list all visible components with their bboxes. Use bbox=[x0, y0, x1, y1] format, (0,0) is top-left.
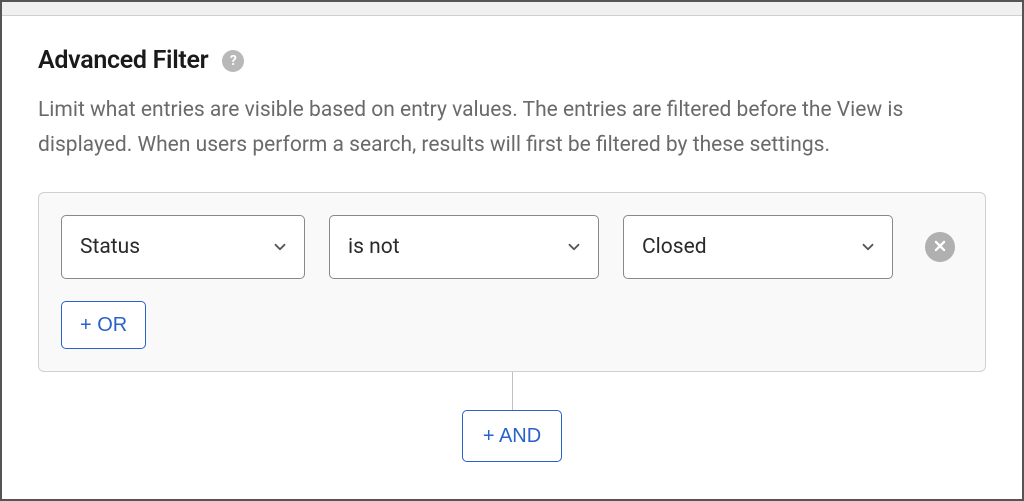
help-icon-glyph: ? bbox=[230, 53, 237, 69]
value-select[interactable]: Closed bbox=[623, 215, 893, 279]
add-or-label: + OR bbox=[80, 314, 127, 337]
operator-select[interactable]: is not bbox=[329, 215, 599, 279]
filter-row: Status is not Closed bbox=[61, 215, 963, 279]
remove-row-button[interactable] bbox=[925, 232, 955, 262]
field-select-value: Status bbox=[61, 215, 305, 279]
and-connector: + AND bbox=[38, 372, 986, 462]
value-select-value: Closed bbox=[623, 215, 893, 279]
help-icon[interactable]: ? bbox=[222, 50, 244, 72]
operator-select-value: is not bbox=[329, 215, 599, 279]
add-or-button[interactable]: + OR bbox=[61, 301, 146, 349]
page-title: Advanced Filter bbox=[38, 46, 208, 75]
header-row: Advanced Filter ? bbox=[38, 46, 986, 75]
connector-line bbox=[512, 372, 513, 410]
description-text: Limit what entries are visible based on … bbox=[38, 93, 986, 162]
add-and-label: + AND bbox=[483, 425, 541, 448]
close-icon bbox=[933, 238, 947, 257]
add-and-button[interactable]: + AND bbox=[462, 410, 562, 462]
filter-group: Status is not Closed bbox=[38, 192, 986, 372]
top-bar bbox=[2, 2, 1022, 16]
advanced-filter-panel: Advanced Filter ? Limit what entries are… bbox=[2, 16, 1022, 462]
field-select[interactable]: Status bbox=[61, 215, 305, 279]
